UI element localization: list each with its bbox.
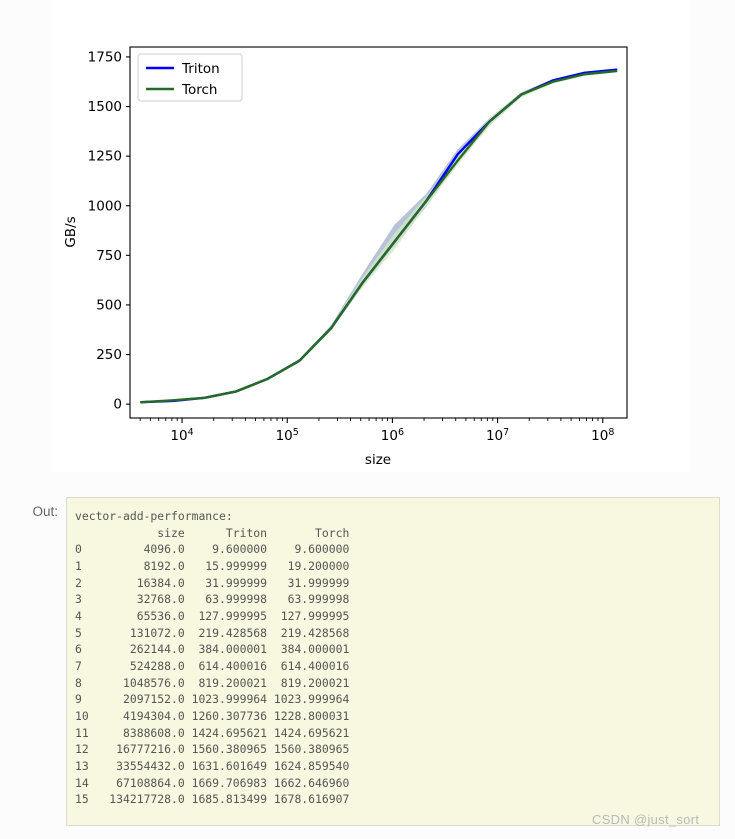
x-tick-label: 106 — [381, 427, 404, 444]
performance-line-chart: 02505007501000125015001750 104 105 106 107 1… — [63, 46, 628, 468]
y-tick-label: 0 — [113, 397, 122, 413]
y-tick-label: 1500 — [88, 99, 122, 115]
x-axis-label: size — [365, 452, 391, 468]
output-text: vector-add-performance: size Triton Torc… — [75, 509, 350, 807]
y-axis-ticks: 0 250 500 750 1000 1250 1500 1750 — [88, 50, 130, 413]
y-axis-label: GB/s — [63, 216, 79, 247]
y-tick-label: 750 — [96, 248, 122, 264]
y-tick-label: 1250 — [88, 149, 122, 165]
x-tick-label: 108 — [591, 427, 614, 444]
y-tick-label: 1750 — [88, 50, 122, 66]
plot-frame — [129, 46, 628, 419]
watermark: CSDN @just_sort — [592, 812, 700, 827]
chart-legend: Triton Torch — [137, 53, 243, 102]
output-cell: vector-add-performance: size Triton Torc… — [66, 497, 720, 826]
x-tick-label: 107 — [486, 427, 509, 444]
x-axis-major-ticks: 104 105 106 107 108 — [170, 418, 614, 444]
y-tick-label: 250 — [96, 347, 122, 363]
y-tick-label: 500 — [96, 298, 122, 314]
legend-label-triton: Triton — [181, 61, 220, 77]
x-tick-label: 105 — [276, 427, 299, 444]
output-prompt-label: Out: — [32, 504, 58, 519]
x-tick-label: 104 — [170, 427, 193, 444]
y-tick-label: 1000 — [88, 198, 122, 214]
legend-label-torch: Torch — [181, 82, 217, 98]
matplotlib-figure: 0 250 500 750 1000 1250 1500 1750 104 105 106 107 1… — [52, 0, 691, 472]
